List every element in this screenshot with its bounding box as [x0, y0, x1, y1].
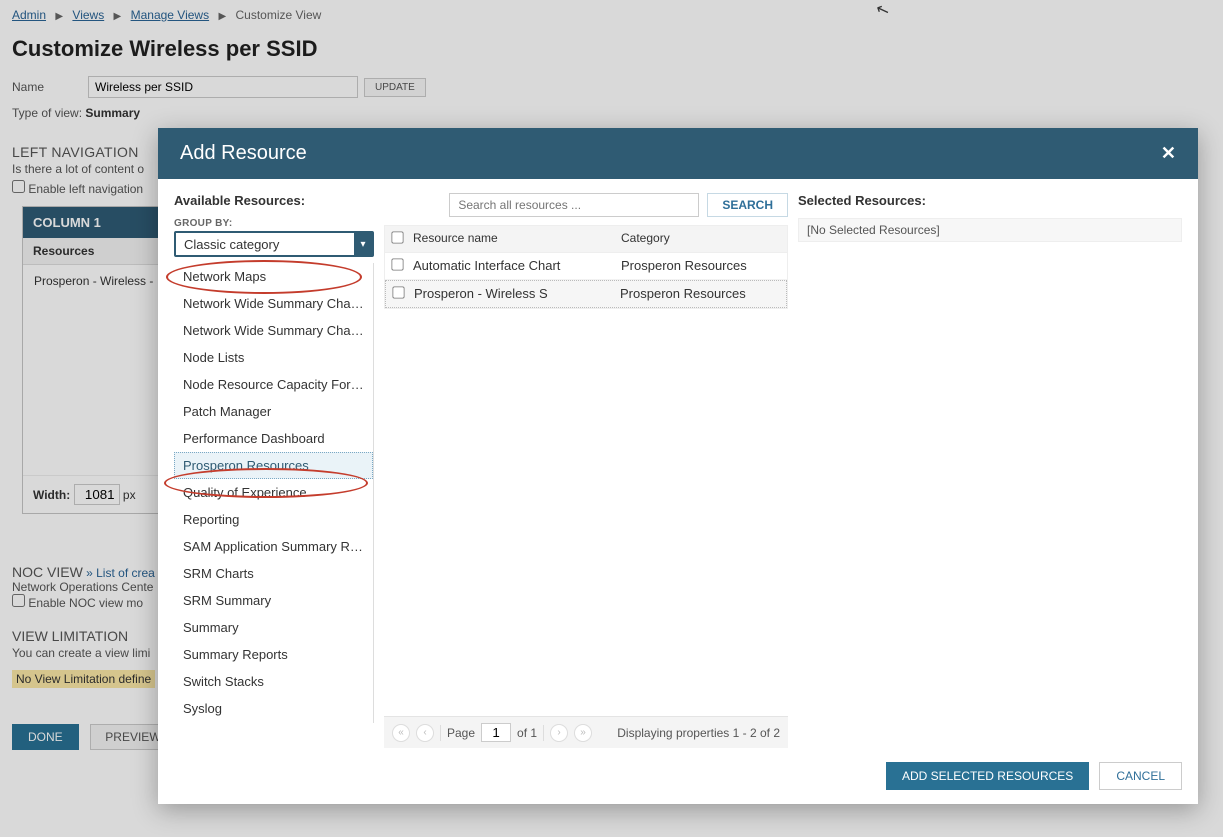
available-resources-label: Available Resources: [174, 193, 374, 208]
column-category: Category [621, 231, 781, 247]
group-item[interactable]: SRM Charts [174, 560, 373, 587]
chevron-down-icon: ▾ [354, 233, 372, 255]
group-item[interactable]: Prosperon Resources [174, 452, 373, 479]
row-category: Prosperon Resources [621, 258, 781, 274]
selected-resources-label: Selected Resources: [798, 193, 1182, 208]
last-page-icon[interactable]: » [574, 724, 592, 742]
prev-page-icon[interactable]: ‹ [416, 724, 434, 742]
row-name: Automatic Interface Chart [413, 258, 621, 274]
modal-title: Add Resource [180, 142, 307, 165]
column-resource-name: Resource name [413, 231, 621, 247]
row-name: Prosperon - Wireless S [414, 286, 620, 302]
group-item[interactable]: SRM Summary [174, 587, 373, 614]
table-row[interactable]: Prosperon - Wireless SProsperon Resource… [385, 280, 787, 308]
row-checkbox[interactable] [392, 286, 404, 298]
group-item[interactable]: Node Lists [174, 344, 373, 371]
row-checkbox[interactable] [391, 258, 403, 270]
group-item[interactable]: Thwack [174, 722, 373, 723]
group-by-label: GROUP BY: [174, 218, 374, 229]
add-selected-resources-button[interactable]: ADD SELECTED RESOURCES [886, 762, 1089, 790]
paging-display-text: Displaying properties 1 - 2 of 2 [617, 726, 780, 740]
group-list[interactable]: Network MapsNetwork Wide Summary Char...… [174, 263, 374, 723]
cancel-button[interactable]: CANCEL [1099, 762, 1182, 790]
group-item[interactable]: Node Resource Capacity Fore... [174, 371, 373, 398]
first-page-icon[interactable]: « [392, 724, 410, 742]
group-item[interactable]: Switch Stacks [174, 668, 373, 695]
select-all-checkbox[interactable] [391, 231, 403, 243]
page-label: Page [447, 726, 475, 740]
table-row[interactable]: Automatic Interface ChartProsperon Resou… [385, 253, 787, 280]
page-input[interactable] [481, 723, 511, 742]
group-item[interactable]: SAM Application Summary Re... [174, 533, 373, 560]
group-by-value: Classic category [176, 237, 354, 252]
no-selected-resources: [No Selected Resources] [798, 218, 1182, 242]
add-resource-modal: Add Resource ✕ Available Resources: GROU… [158, 128, 1198, 804]
pager: « ‹ Page of 1 › » Displaying properties … [384, 716, 788, 748]
group-item[interactable]: Quality of Experience [174, 479, 373, 506]
group-by-select[interactable]: Classic category ▾ [174, 231, 374, 257]
group-item[interactable]: Reporting [174, 506, 373, 533]
page-of: of 1 [517, 726, 537, 740]
group-item[interactable]: Summary Reports [174, 641, 373, 668]
resources-table: Resource name Category Automatic Interfa… [384, 225, 788, 309]
group-item[interactable]: Summary [174, 614, 373, 641]
group-item[interactable]: Syslog [174, 695, 373, 722]
group-item[interactable]: Network Wide Summary Char... [174, 290, 373, 317]
group-item[interactable]: Network Wide Summary Char... [174, 317, 373, 344]
group-item[interactable]: Performance Dashboard [174, 425, 373, 452]
row-category: Prosperon Resources [620, 286, 780, 302]
close-icon[interactable]: ✕ [1161, 143, 1176, 164]
next-page-icon[interactable]: › [550, 724, 568, 742]
group-item[interactable]: Network Maps [174, 263, 373, 290]
search-button[interactable]: SEARCH [707, 193, 788, 217]
search-input[interactable] [449, 193, 699, 217]
group-item[interactable]: Patch Manager [174, 398, 373, 425]
